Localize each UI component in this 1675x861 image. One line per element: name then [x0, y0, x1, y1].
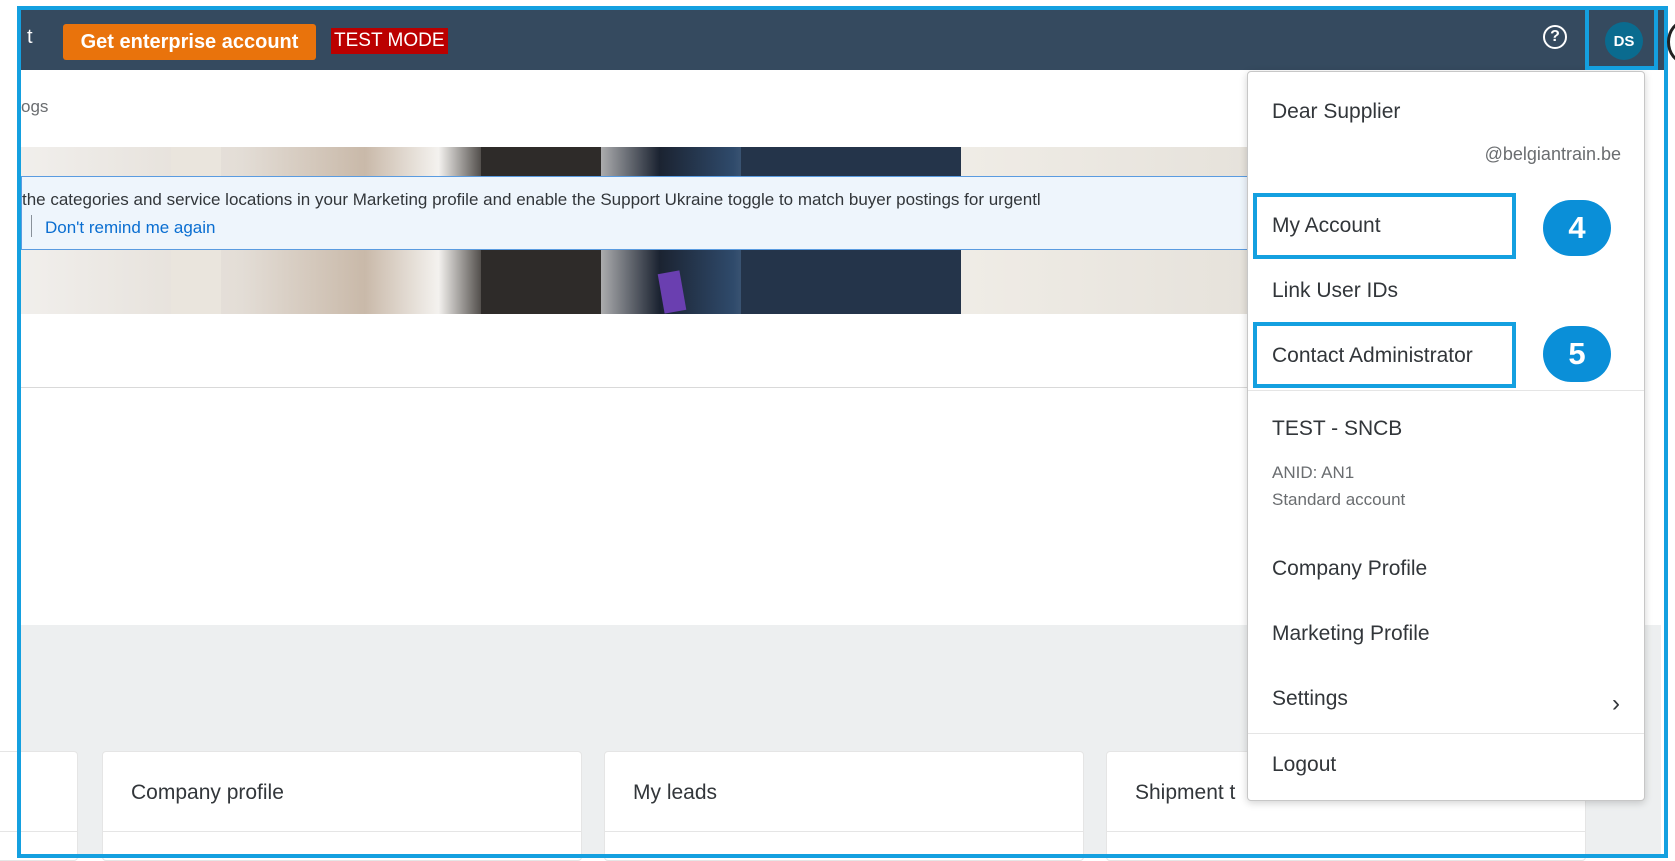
menu-anid: ANID: AN1 [1272, 463, 1355, 482]
step-4-badge: 4 [1543, 200, 1611, 256]
menu-greeting: Dear Supplier [1272, 100, 1401, 123]
notice-divider [31, 215, 32, 237]
menu-divider [1248, 733, 1644, 734]
menu-item-company-profile[interactable]: Company Profile [1272, 557, 1427, 581]
user-avatar-button[interactable]: DS [1605, 22, 1643, 60]
truncated-nav-label[interactable]: t [27, 26, 33, 49]
subnav-item-catalogs[interactable]: ogs [21, 97, 48, 117]
card-title: Shipment t [1135, 781, 1236, 804]
get-enterprise-account-button[interactable]: Get enterprise account [63, 24, 316, 60]
dashboard-card[interactable] [0, 751, 78, 861]
highlight-contact-administrator [1253, 322, 1516, 388]
step-badge-partial [1667, 20, 1675, 64]
dont-remind-link[interactable]: Don't remind me again [45, 218, 216, 238]
card-title: Company profile [131, 781, 284, 804]
my-leads-card[interactable]: My leads [604, 751, 1084, 861]
menu-item-marketing-profile[interactable]: Marketing Profile [1272, 622, 1430, 646]
test-mode-badge: TEST MODE [331, 28, 448, 54]
support-ukraine-notice: the categories and service locations in … [21, 176, 1249, 250]
menu-email: @belgiantrain.be [1484, 144, 1621, 164]
chevron-right-icon: › [1612, 690, 1620, 717]
menu-item-settings[interactable]: Settings [1272, 687, 1348, 711]
menu-account-type: Standard account [1272, 490, 1406, 509]
user-menu-dropdown: Dear Supplier @belgiantrain.be My Accoun… [1247, 71, 1645, 801]
highlight-my-account [1253, 193, 1516, 259]
notice-text: the categories and service locations in … [22, 190, 1041, 209]
menu-divider [1248, 390, 1644, 391]
menu-item-link-user-ids[interactable]: Link User IDs [1272, 279, 1398, 303]
step-5-badge: 5 [1543, 326, 1611, 382]
company-profile-card[interactable]: Company profile [102, 751, 582, 861]
help-icon[interactable]: ? [1543, 25, 1567, 49]
section-divider [21, 387, 1249, 388]
menu-company-name: TEST - SNCB [1272, 417, 1403, 440]
menu-item-logout[interactable]: Logout [1272, 753, 1336, 777]
card-title: My leads [633, 781, 718, 804]
top-bar: t Get enterprise account TEST MODE ? [17, 6, 1668, 70]
